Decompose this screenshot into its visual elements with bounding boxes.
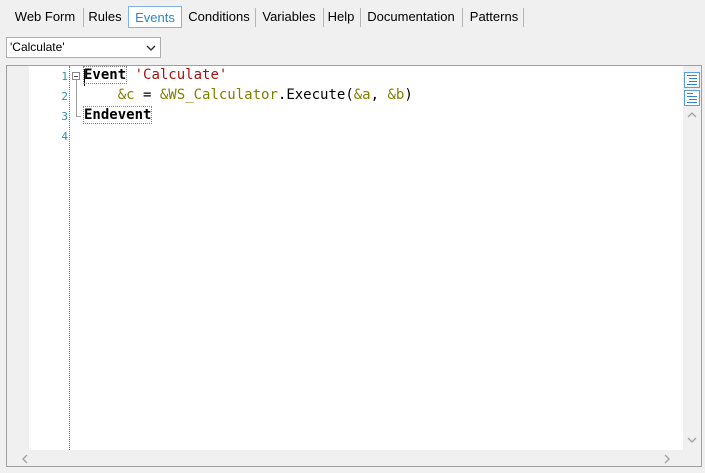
keyword-endevent: Endevent (82, 106, 153, 124)
close-paren: ) (404, 87, 413, 103)
fold-guide-end (76, 116, 81, 117)
tab-separator (83, 8, 84, 27)
outline-list-icon[interactable] (684, 90, 700, 106)
tab-documentation[interactable]: Documentation (362, 6, 460, 28)
vertical-scrollbar[interactable] (683, 66, 701, 450)
tab-separator (323, 8, 324, 27)
variable-a: &a (353, 87, 371, 103)
line-number: 1 (61, 70, 68, 83)
scroll-up-arrow[interactable] (687, 111, 697, 122)
tab-web-form[interactable]: Web Form (9, 6, 81, 28)
tab-events[interactable]: Events (128, 6, 182, 28)
event-selector-value: 'Calculate' (10, 40, 65, 54)
assign-operator: = (134, 87, 160, 103)
event-name-string: 'Calculate' (134, 67, 228, 83)
tab-separator (523, 8, 524, 27)
tab-variables[interactable]: Variables (257, 6, 321, 28)
scrollbar-corner (683, 450, 701, 466)
code-line-1: Event 'Calculate' (82, 66, 228, 84)
gutter-divider (69, 66, 70, 450)
scroll-right-arrow[interactable] (663, 454, 671, 467)
tab-bar: Web Form Rules Events Conditions Variabl… (0, 0, 705, 31)
tab-separator (360, 8, 361, 27)
code-area[interactable]: Event 'Calculate' &c = &WS_Calculator.Ex… (82, 66, 674, 450)
line-number-gutter: 1 2 3 4 (29, 66, 69, 450)
tab-separator (462, 8, 463, 27)
collapse-icon[interactable] (72, 72, 80, 80)
code-line-2: &c = &WS_Calculator.Execute(&a, &b) (84, 87, 413, 103)
chevron-down-icon[interactable] (145, 41, 157, 55)
tab-separator (255, 8, 256, 27)
code-line-3: Endevent (82, 106, 153, 124)
editor-margin (7, 66, 29, 450)
code-editor[interactable]: 1 2 3 4 Event 'Calculate' &c = &WS_Calcu… (6, 65, 702, 467)
line-number: 2 (61, 90, 68, 103)
scroll-left-arrow[interactable] (21, 454, 29, 467)
method-call: .Execute( (277, 87, 354, 103)
tab-patterns[interactable]: Patterns (464, 6, 524, 28)
scroll-down-arrow[interactable] (687, 436, 697, 447)
tab-help[interactable]: Help (325, 6, 357, 28)
event-selector-dropdown[interactable]: 'Calculate' (6, 37, 161, 58)
fold-guide (76, 80, 77, 116)
keyword-event: Event (82, 66, 128, 84)
tab-conditions[interactable]: Conditions (185, 6, 253, 28)
variable-b: &b (387, 87, 405, 103)
variable-ws-calculator: &WS_Calculator (159, 87, 278, 103)
variable-c: &c (117, 87, 135, 103)
arg-separator: , (370, 87, 388, 103)
line-number: 4 (61, 130, 68, 143)
tab-rules[interactable]: Rules (85, 6, 125, 28)
line-number: 3 (61, 110, 68, 123)
horizontal-scrollbar[interactable] (7, 450, 683, 466)
outline-view-icon[interactable] (684, 72, 700, 88)
